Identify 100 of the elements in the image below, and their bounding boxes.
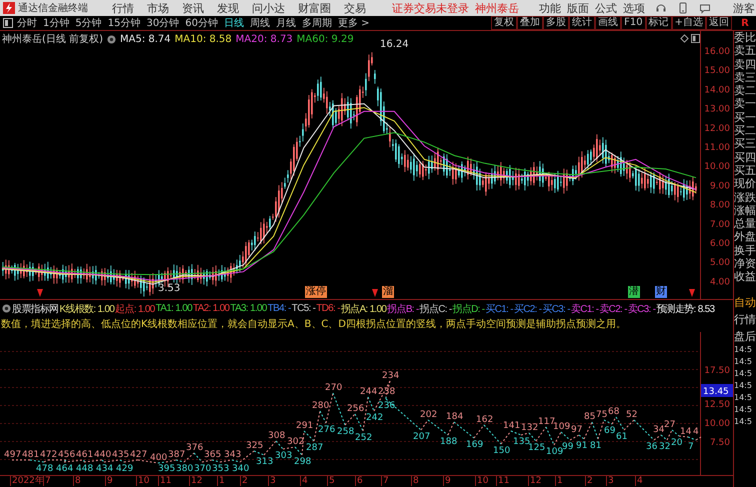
turning-point-label: 188 [440,437,458,447]
toolbar-badge[interactable]: R [734,18,756,28]
turning-point-label: 7 [688,442,694,452]
indicator-value: 拐点C: - [420,302,452,316]
period-tab[interactable]: 多周期 [302,16,332,30]
period-tab[interactable]: 30分钟 [146,16,180,30]
menu-item[interactable]: 问小达 [252,0,285,16]
turning-point-label: 75 [596,410,608,420]
signal-tag: 财 [655,286,667,298]
toolbar-button[interactable]: 叠加 [517,16,544,30]
turning-point-label: 308 [268,431,286,441]
period-tab[interactable]: 日线 [224,16,244,30]
turning-point-label: 20 [671,438,682,448]
mode-tab[interactable]: 行情 [734,312,756,326]
turning-point-label: 162 [476,415,494,425]
time-axis-label: 1 [217,476,225,486]
quote-label: 外盘 [734,230,756,244]
login-notice[interactable]: 证券交易未登录 [392,0,469,16]
period-tab[interactable]: 15分钟 [108,16,140,30]
turning-point-label: 52 [626,410,638,420]
menu-item[interactable]: 交易 [344,0,366,16]
axis-label: 5.00 [710,258,730,268]
turning-point-label: 353 [212,464,230,474]
period-tab[interactable]: 周线 [250,16,270,30]
menu-item[interactable]: 市场 [147,0,169,16]
turning-point-label: 184 [446,412,464,422]
period-tab[interactable]: 5分钟 [75,16,102,30]
mode-tab[interactable]: 自动 [734,296,756,309]
turning-point-label: 434 [96,464,114,474]
toolbar-button[interactable]: 复权 [491,16,518,30]
turning-point-label: 256 [347,404,364,414]
tool-menu-item[interactable]: 功能 [539,0,561,16]
period-tab[interactable]: 分时 [17,16,37,30]
toolbar-button[interactable]: 多股 [543,16,570,30]
turning-point-label: 461 [76,450,94,460]
turning-point-label: 427 [130,450,148,460]
period-tab[interactable]: 月线 [276,16,296,30]
mode-tab[interactable]: 盘后 [734,330,756,344]
toolbar-button[interactable]: 标记 [646,16,672,30]
trade-time: 14:5 [734,392,753,404]
indicator-value: TD6: - [316,303,340,314]
axis-label: 10.00 [704,162,730,172]
turning-point-label: 32 [659,442,670,452]
toolbar-button[interactable]: 统计 [569,16,596,30]
turning-point-label: 302 [287,437,304,447]
trade-time: 14:5 [734,368,753,380]
toolbar-button[interactable]: F10 [621,16,646,30]
turning-point-label: 234 [382,371,400,381]
chart-title: 神州泰岳(日线 前复权) [2,32,103,46]
toolbar-button[interactable]: 返回 [706,16,732,30]
turning-point-label: 365 [204,450,222,460]
menu-item[interactable]: 行情 [112,0,134,16]
turning-point-label: 270 [325,383,342,393]
time-axis-label: 10 [475,476,488,486]
tool-menu-item[interactable]: 版面 [567,0,589,16]
quote-label: 买三 [734,137,756,151]
menu-item[interactable]: 资讯 [182,0,204,16]
turning-point-label: 298 [294,457,312,467]
current-value-tag: 13.45 [701,384,733,397]
turning-point-label: 97 [571,425,582,435]
time-axis-label: 4 [635,476,643,486]
turning-point-label: 68 [608,407,620,417]
indicator-value: TB4: - [268,303,291,314]
menu-item[interactable]: 财富圈 [298,0,331,16]
time-axis-label: 2 [240,476,248,486]
turning-point-label: 85 [584,412,596,422]
toolbar-button[interactable]: +自选 [672,16,706,30]
time-axis-label: 4 [300,476,308,486]
period-tab[interactable]: 更多 > [338,16,370,30]
quote-label: 买一 [734,110,756,124]
tool-menu-item[interactable]: 公式 [595,0,617,16]
turning-point-label: 456 [58,450,76,460]
turning-point-label: 109 [553,422,570,432]
indicator-value: TA2: 1.00 [192,303,230,314]
turning-point-label: 400 [150,453,168,463]
indicator-value: TA1: 1.00 [156,303,192,314]
menu-item[interactable]: 发现 [217,0,239,16]
turning-point-label: 34 [653,425,664,435]
turning-point-label: 135 [513,437,530,447]
turning-point-label: 429 [116,464,134,474]
period-tab[interactable]: 60分钟 [185,16,218,30]
turning-point-label: 481 [22,450,40,460]
quote-label: 卖四 [734,58,756,71]
turning-point-label: 252 [355,433,372,443]
turning-point-label: 99 [562,442,574,452]
turning-point-label: 91 [576,441,588,451]
time-axis-label: 1 [555,476,563,486]
user-name[interactable]: 游客 [733,0,755,16]
axis-label: 16.00 [704,47,730,57]
turning-point-label: 280 [312,401,330,411]
turning-point-label: 435 [112,450,130,460]
toolbar-button[interactable]: 画线 [595,16,622,30]
period-tab[interactable]: 1分钟 [43,16,70,30]
trade-time: 14:5 [734,380,753,392]
trade-time: 14:5 [734,404,753,416]
quote-label: 收益 [734,270,756,284]
stock-link[interactable]: 神州泰岳 [475,0,519,16]
app-title: 通达信金融终端 [18,2,88,15]
tool-menu-item[interactable]: 选项 [623,0,645,16]
turning-point-label: 258 [337,427,354,437]
